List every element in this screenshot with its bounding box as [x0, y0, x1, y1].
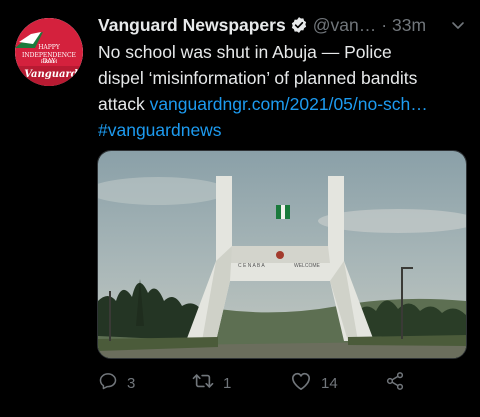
display-name[interactable]: Vanguard Newspapers: [98, 15, 286, 36]
share-icon: [385, 371, 405, 396]
like-count: 14: [321, 374, 338, 392]
reply-count: 3: [127, 374, 136, 392]
article-link[interactable]: vanguardngr.com/2021/05/no-sch…: [150, 94, 428, 114]
share-button[interactable]: [385, 370, 405, 396]
city-gate-photo: C E N A B A WELCOME: [98, 151, 466, 358]
gate-inscription-right: WELCOME: [294, 263, 321, 269]
heart-icon: [290, 371, 312, 396]
chevron-down-icon[interactable]: [448, 15, 468, 35]
retweet-icon: [192, 371, 214, 396]
tweet-header: Vanguard Newspapers @van… · 33m: [98, 13, 468, 37]
tweet-image[interactable]: C E N A B A WELCOME: [97, 150, 467, 359]
reply-icon: [98, 371, 118, 396]
hashtag-link[interactable]: #vanguardnews: [98, 117, 470, 143]
like-button[interactable]: 14: [290, 370, 338, 396]
handle[interactable]: @van…: [313, 15, 376, 36]
avatar-text-from: FROM: [40, 59, 58, 65]
tweet-text-line: dispel ‘misinformation’ of planned bandi…: [98, 68, 418, 88]
tweet-text-line: No school was shut in Abuja — Police: [98, 42, 392, 62]
tweet-text: No school was shut in Abuja — Police dis…: [98, 39, 470, 143]
separator: ·: [381, 14, 388, 35]
timestamp[interactable]: 33m: [392, 15, 426, 36]
tweet[interactable]: HAPPY INDEPENDENCE DAY FROM Vanguard Van…: [0, 0, 480, 417]
tweet-actions: 3 1 14: [98, 370, 428, 396]
avatar-text-happy: HAPPY: [38, 44, 60, 51]
gate-inscription-left: C E N A B A: [238, 263, 265, 269]
avatar[interactable]: HAPPY INDEPENDENCE DAY FROM Vanguard: [15, 18, 83, 86]
reply-button[interactable]: 3: [98, 370, 135, 396]
avatar-logo: Vanguard: [24, 69, 78, 80]
tweet-text-line-3: attack vanguardngr.com/2021/05/no-sch…: [98, 91, 470, 117]
verified-badge-icon: [290, 16, 308, 34]
retweet-button[interactable]: 1: [192, 370, 231, 396]
retweet-count: 1: [223, 374, 232, 392]
tweet-text-prefix: attack: [98, 94, 150, 114]
